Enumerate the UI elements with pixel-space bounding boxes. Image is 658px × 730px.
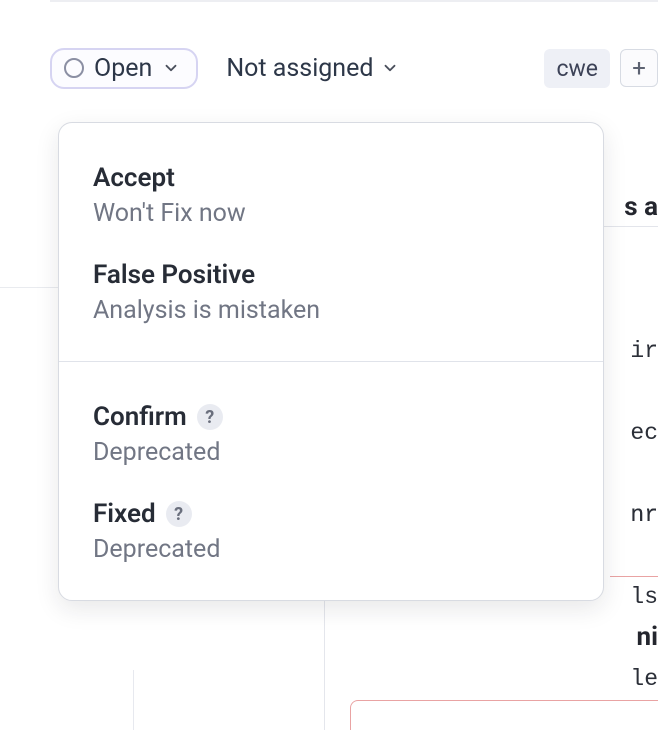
assignee-label: Not assigned	[226, 54, 373, 83]
tag-cwe[interactable]: cwe	[544, 49, 610, 88]
menu-item-false-positive[interactable]: False Positive Analysis is mistaken	[59, 242, 603, 339]
chevron-down-icon	[381, 59, 399, 77]
menu-item-fixed[interactable]: Fixed ? Deprecated	[59, 481, 603, 578]
bg-divider	[133, 670, 134, 730]
help-icon[interactable]: ?	[197, 404, 223, 430]
menu-item-desc: Analysis is mistaken	[93, 296, 569, 325]
menu-item-desc: Deprecated	[93, 535, 569, 564]
menu-item-label: Accept	[93, 163, 175, 193]
bg-heading-fragment: s a	[624, 192, 658, 222]
menu-item-label: Fixed	[93, 499, 156, 529]
chevron-down-icon	[162, 59, 180, 77]
assignee-dropdown-button[interactable]: Not assigned	[226, 54, 399, 83]
add-tag-button[interactable]: +	[620, 49, 658, 87]
tags-area: cwe +	[544, 49, 658, 88]
menu-item-confirm[interactable]: Confirm ? Deprecated	[59, 386, 603, 481]
help-icon[interactable]: ?	[166, 501, 192, 527]
menu-item-desc: Won't Fix now	[93, 199, 569, 228]
menu-item-accept[interactable]: Accept Won't Fix now	[59, 147, 603, 242]
bg-code-fragment: nr ls le	[630, 450, 658, 722]
bg-divider	[610, 576, 658, 577]
menu-item-label: False Positive	[93, 260, 255, 290]
dropdown-group: Accept Won't Fix now False Positive Anal…	[59, 123, 603, 361]
bg-heading-fragment: ni	[637, 622, 658, 652]
menu-item-label: Confirm	[93, 402, 187, 432]
top-divider	[50, 0, 658, 2]
bg-divider	[604, 226, 658, 227]
dropdown-group: Confirm ? Deprecated Fixed ? Deprecated	[59, 361, 603, 600]
status-label: Open	[94, 56, 152, 81]
issue-toolbar: Open Not assigned cwe +	[50, 39, 658, 97]
status-dropdown-button[interactable]: Open	[50, 48, 198, 89]
status-dropdown-menu: Accept Won't Fix now False Positive Anal…	[58, 122, 604, 601]
open-status-icon	[64, 58, 84, 78]
bg-highlight-box	[350, 700, 658, 730]
menu-item-desc: Deprecated	[93, 438, 569, 467]
